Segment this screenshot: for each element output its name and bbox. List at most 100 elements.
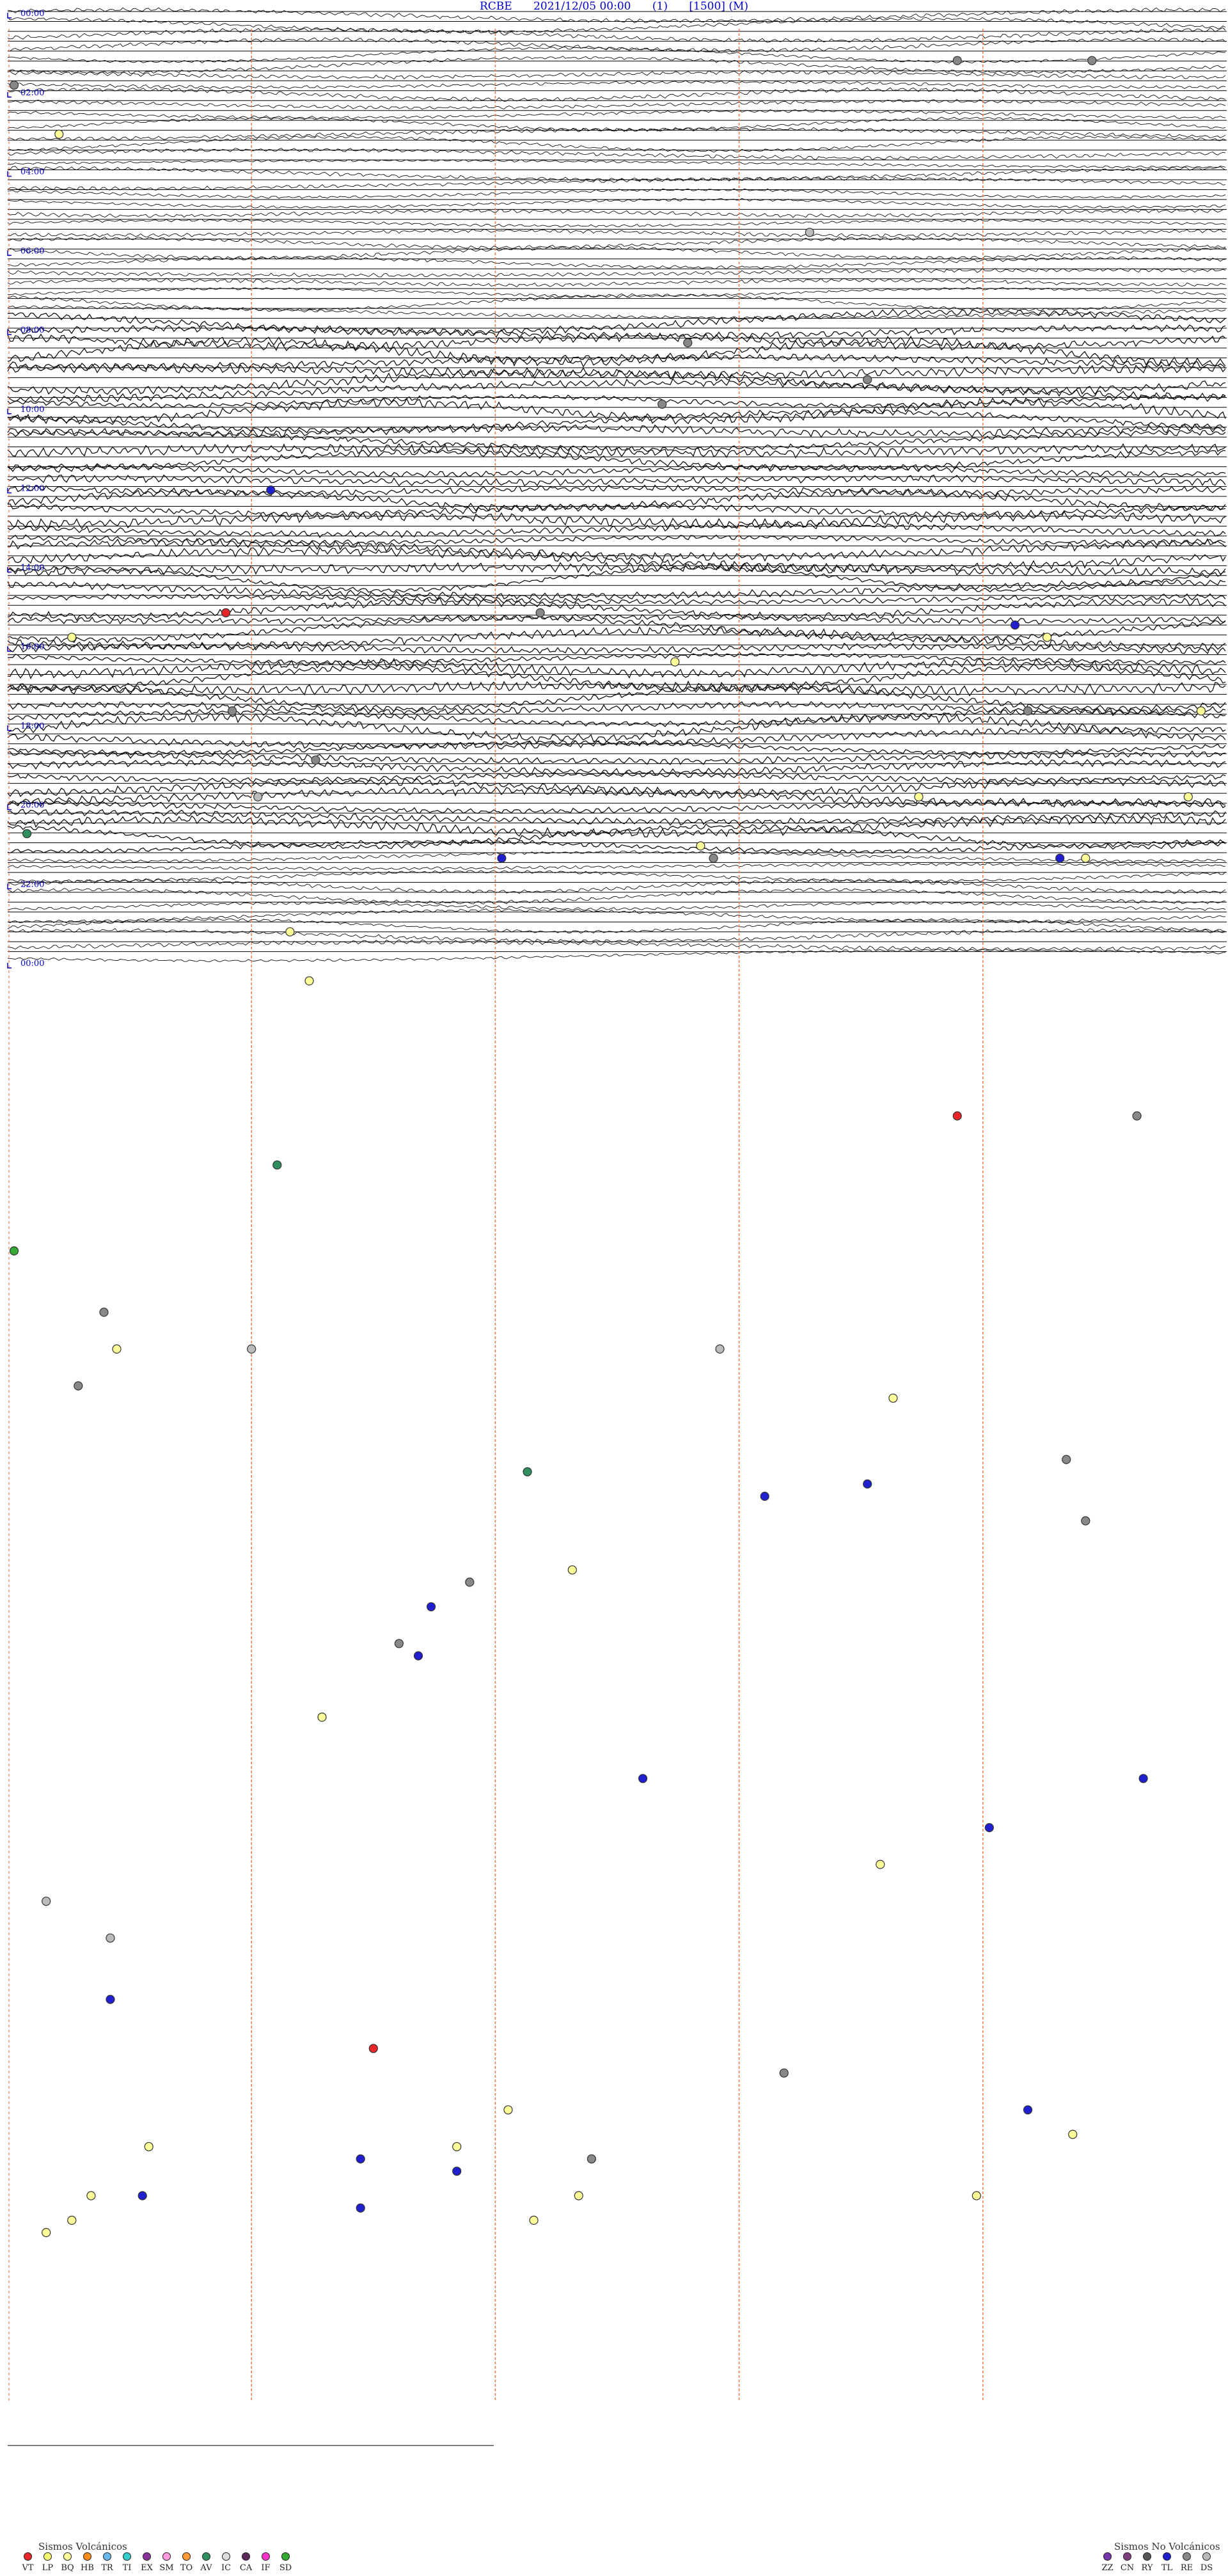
event-marker-bq <box>529 2215 539 2225</box>
legend-swatch <box>24 2552 32 2561</box>
seismic-trace <box>7 759 1226 776</box>
legend-label: TL <box>1161 2563 1173 2573</box>
legend-item-sd: SD <box>276 2552 295 2573</box>
hour-bracket <box>7 250 12 257</box>
legend-label: ZZ <box>1101 2563 1114 2573</box>
event-marker-bq <box>317 1712 327 1722</box>
legend-item-ti: TI <box>117 2552 137 2573</box>
seismic-trace <box>7 799 1226 814</box>
event-marker-re <box>228 706 237 716</box>
event-marker-av <box>523 1467 532 1476</box>
event-marker-bq <box>42 2228 51 2238</box>
legend-swatch <box>63 2552 72 2561</box>
seismic-trace <box>7 304 1226 320</box>
event-marker-bq <box>112 1344 122 1354</box>
event-marker-bq <box>972 2191 981 2201</box>
legend-item-zz: ZZ <box>1098 2552 1117 2573</box>
event-marker-bq <box>1081 853 1090 863</box>
event-marker-bq <box>888 1393 898 1403</box>
event-marker-re <box>1062 1455 1071 1464</box>
legend-label: LP <box>42 2563 54 2573</box>
seismic-trace <box>7 521 1226 539</box>
hour-label: 04:00 <box>20 168 44 177</box>
legend-label: RY <box>1141 2563 1153 2573</box>
event-marker-ds <box>247 1344 256 1354</box>
seismic-trace <box>8 37 1226 52</box>
event-marker-vt <box>221 608 231 618</box>
seismic-trace <box>7 218 1226 228</box>
event-marker-re <box>99 1308 109 1317</box>
legend-item-tl: TL <box>1157 2552 1177 2573</box>
event-marker-bq <box>144 2142 154 2151</box>
event-marker-re <box>465 1577 475 1587</box>
event-marker-ds <box>42 1897 51 1906</box>
hour-bracket <box>7 91 12 98</box>
legend-swatch <box>202 2552 210 2561</box>
hour-label: 14:00 <box>20 563 44 573</box>
hour-bracket <box>7 13 12 19</box>
legend-label: DS <box>1200 2563 1213 2573</box>
hour-label: 20:00 <box>20 801 44 810</box>
event-marker-bq <box>54 129 64 139</box>
event-marker-re <box>709 853 718 863</box>
event-marker-ds <box>715 1344 725 1354</box>
seismic-trace <box>7 80 1226 90</box>
seismic-trace <box>7 786 1226 808</box>
legend-label: AV <box>200 2563 212 2573</box>
event-marker-tl <box>413 1651 423 1661</box>
seismic-trace <box>7 725 1226 750</box>
legend-item-ds: DS <box>1197 2552 1216 2573</box>
event-marker-re <box>394 1639 404 1648</box>
event-marker-tl <box>1055 853 1065 863</box>
hour-label: 00:00 <box>20 959 44 968</box>
legend-swatch <box>43 2552 52 2561</box>
hour-bracket <box>7 963 12 968</box>
legend-swatch <box>1103 2552 1112 2561</box>
legend-item-tr: TR <box>97 2552 117 2573</box>
legend-swatch <box>103 2552 111 2561</box>
event-marker-bq <box>1183 792 1193 802</box>
seismic-trace <box>7 367 1226 396</box>
legend-swatch <box>1202 2552 1211 2561</box>
hour-label: 02:00 <box>20 88 44 98</box>
seismic-trace <box>7 17 1226 34</box>
seismic-trace <box>7 918 1226 934</box>
legend-label: IF <box>261 2563 271 2573</box>
legend-swatch <box>83 2552 91 2561</box>
event-marker-re <box>952 56 962 65</box>
event-marker-vt <box>952 1111 962 1121</box>
event-marker-tl <box>138 2191 147 2201</box>
legend-swatch <box>182 2552 191 2561</box>
seismic-trace <box>7 209 1225 218</box>
seismic-trace <box>7 267 1226 278</box>
seismic-trace <box>7 246 1226 260</box>
legend-swatch <box>1163 2552 1171 2561</box>
seismic-trace <box>7 652 1226 665</box>
legend-item-vt: VT <box>18 2552 38 2573</box>
legend-item-to: TO <box>177 2552 196 2573</box>
hour-bracket <box>7 804 12 810</box>
event-marker-tl <box>863 1479 872 1489</box>
station-code: RCBE <box>479 0 512 13</box>
event-marker-sd <box>9 1246 19 1256</box>
event-marker-bq <box>1068 2130 1078 2139</box>
legend-swatch <box>1183 2552 1191 2561</box>
event-marker-bq <box>876 1860 885 1869</box>
event-markers <box>9 56 1206 2238</box>
event-marker-ds <box>106 1933 115 1943</box>
event-marker-av <box>22 829 32 839</box>
legend-item-av: AV <box>196 2552 216 2573</box>
seismic-trace <box>7 901 1226 912</box>
nonvolcanic-legend-title: Sismos No Volcánicos <box>1114 2541 1220 2552</box>
event-marker-vt <box>368 2044 378 2053</box>
seismic-trace <box>7 397 1226 425</box>
event-marker-re <box>1132 1111 1142 1121</box>
legend-item-ic: IC <box>216 2552 236 2573</box>
event-marker-tl <box>356 2154 365 2164</box>
event-marker-bq <box>567 1565 577 1575</box>
legend-swatch <box>1143 2552 1151 2561</box>
hour-label: 22:00 <box>20 880 44 889</box>
event-marker-re <box>586 2154 597 2164</box>
legend-label: TR <box>101 2563 113 2573</box>
legend-item-ry: RY <box>1137 2552 1157 2573</box>
